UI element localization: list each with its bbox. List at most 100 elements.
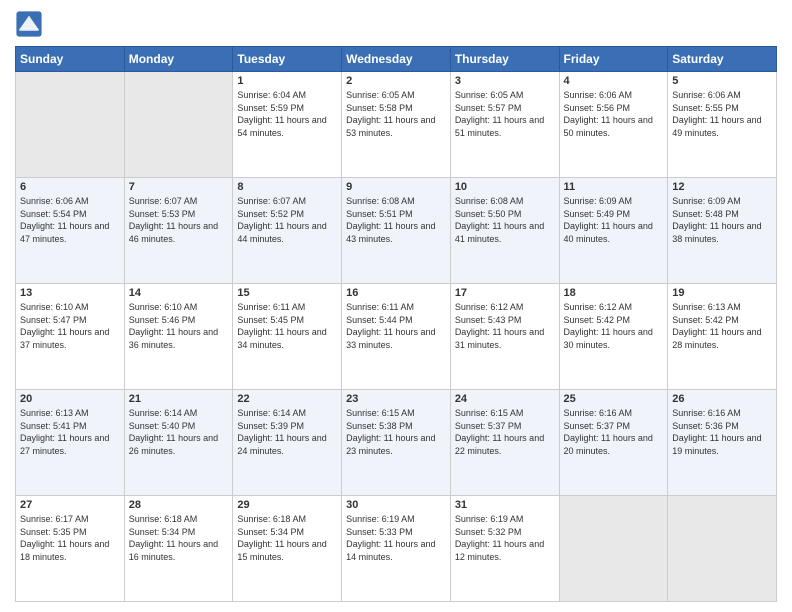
day-number: 14 [129, 287, 229, 299]
calendar-cell [124, 72, 233, 178]
calendar-cell: 5 Sunrise: 6:06 AMSunset: 5:55 PMDaylight… [668, 72, 777, 178]
day-number: 2 [346, 75, 446, 87]
weekday-header-saturday: Saturday [668, 47, 777, 72]
calendar-cell: 17 Sunrise: 6:12 AMSunset: 5:43 PMDayligh… [450, 284, 559, 390]
logo [15, 10, 47, 38]
calendar-cell: 6 Sunrise: 6:06 AMSunset: 5:54 PMDaylight… [16, 178, 125, 284]
day-number: 7 [129, 181, 229, 193]
day-number: 3 [455, 75, 555, 87]
day-info: Sunrise: 6:10 AMSunset: 5:47 PMDaylight:… [20, 301, 120, 351]
calendar-cell: 4 Sunrise: 6:06 AMSunset: 5:56 PMDaylight… [559, 72, 668, 178]
day-number: 11 [564, 181, 664, 193]
day-number: 15 [237, 287, 337, 299]
week-row-1: 6 Sunrise: 6:06 AMSunset: 5:54 PMDaylight… [16, 178, 777, 284]
day-number: 30 [346, 499, 446, 511]
calendar-cell: 24Sunrise: 6:15 AMSunset: 5:37 PMDayligh… [450, 390, 559, 496]
day-number: 13 [20, 287, 120, 299]
day-number: 10 [455, 181, 555, 193]
calendar-cell: 3 Sunrise: 6:05 AMSunset: 5:57 PMDaylight… [450, 72, 559, 178]
day-info: Sunrise: 6:09 AMSunset: 5:49 PMDaylight:… [564, 195, 664, 245]
page: SundayMondayTuesdayWednesdayThursdayFrid… [0, 0, 792, 612]
day-info: Sunrise: 6:15 AMSunset: 5:37 PMDaylight:… [455, 407, 555, 457]
day-number: 28 [129, 499, 229, 511]
day-number: 5 [672, 75, 772, 87]
day-info: Sunrise: 6:09 AMSunset: 5:48 PMDaylight:… [672, 195, 772, 245]
day-info: Sunrise: 6:07 AMSunset: 5:52 PMDaylight:… [237, 195, 337, 245]
day-info: Sunrise: 6:11 AMSunset: 5:44 PMDaylight:… [346, 301, 446, 351]
day-number: 23 [346, 393, 446, 405]
day-info: Sunrise: 6:13 AMSunset: 5:42 PMDaylight:… [672, 301, 772, 351]
day-number: 31 [455, 499, 555, 511]
day-number: 21 [129, 393, 229, 405]
day-info: Sunrise: 6:14 AMSunset: 5:39 PMDaylight:… [237, 407, 337, 457]
day-info: Sunrise: 6:11 AMSunset: 5:45 PMDaylight:… [237, 301, 337, 351]
day-number: 25 [564, 393, 664, 405]
day-info: Sunrise: 6:19 AMSunset: 5:32 PMDaylight:… [455, 513, 555, 563]
day-number: 12 [672, 181, 772, 193]
day-number: 1 [237, 75, 337, 87]
calendar-cell: 11 Sunrise: 6:09 AMSunset: 5:49 PMDayligh… [559, 178, 668, 284]
calendar-cell: 29 Sunrise: 6:18 AMSunset: 5:34 PMDayligh… [233, 496, 342, 602]
calendar-cell: 23Sunrise: 6:15 AMSunset: 5:38 PMDayligh… [342, 390, 451, 496]
day-info: Sunrise: 6:06 AMSunset: 5:55 PMDaylight:… [672, 89, 772, 139]
calendar-cell: 31 Sunrise: 6:19 AMSunset: 5:32 PMDayligh… [450, 496, 559, 602]
calendar-cell: 25 Sunrise: 6:16 AMSunset: 5:37 PMDayligh… [559, 390, 668, 496]
day-info: Sunrise: 6:14 AMSunset: 5:40 PMDaylight:… [129, 407, 229, 457]
calendar-cell: 7Sunrise: 6:07 AMSunset: 5:53 PMDaylight… [124, 178, 233, 284]
calendar-cell [668, 496, 777, 602]
calendar-cell: 26Sunrise: 6:16 AMSunset: 5:36 PMDayligh… [668, 390, 777, 496]
day-info: Sunrise: 6:05 AMSunset: 5:57 PMDaylight:… [455, 89, 555, 139]
day-info: Sunrise: 6:19 AMSunset: 5:33 PMDaylight:… [346, 513, 446, 563]
day-info: Sunrise: 6:16 AMSunset: 5:37 PMDaylight:… [564, 407, 664, 457]
calendar-cell: 27 Sunrise: 6:17 AMSunset: 5:35 PMDayligh… [16, 496, 125, 602]
day-info: Sunrise: 6:17 AMSunset: 5:35 PMDaylight:… [20, 513, 120, 563]
calendar-cell: 12 Sunrise: 6:09 AMSunset: 5:48 PMDayligh… [668, 178, 777, 284]
day-info: Sunrise: 6:12 AMSunset: 5:42 PMDaylight:… [564, 301, 664, 351]
calendar-cell: 15 Sunrise: 6:11 AMSunset: 5:45 PMDayligh… [233, 284, 342, 390]
day-number: 29 [237, 499, 337, 511]
weekday-header-thursday: Thursday [450, 47, 559, 72]
day-info: Sunrise: 6:04 AMSunset: 5:59 PMDaylight:… [237, 89, 337, 139]
day-number: 18 [564, 287, 664, 299]
day-info: Sunrise: 6:08 AMSunset: 5:50 PMDaylight:… [455, 195, 555, 245]
calendar-cell: 18 Sunrise: 6:12 AMSunset: 5:42 PMDayligh… [559, 284, 668, 390]
week-row-2: 13 Sunrise: 6:10 AMSunset: 5:47 PMDayligh… [16, 284, 777, 390]
calendar-cell: 9 Sunrise: 6:08 AMSunset: 5:51 PMDaylight… [342, 178, 451, 284]
day-info: Sunrise: 6:16 AMSunset: 5:36 PMDaylight:… [672, 407, 772, 457]
calendar-cell: 13 Sunrise: 6:10 AMSunset: 5:47 PMDayligh… [16, 284, 125, 390]
weekday-header-row: SundayMondayTuesdayWednesdayThursdayFrid… [16, 47, 777, 72]
calendar-cell [559, 496, 668, 602]
day-info: Sunrise: 6:10 AMSunset: 5:46 PMDaylight:… [129, 301, 229, 351]
weekday-header-sunday: Sunday [16, 47, 125, 72]
logo-icon [15, 10, 43, 38]
day-number: 17 [455, 287, 555, 299]
day-number: 8 [237, 181, 337, 193]
day-number: 9 [346, 181, 446, 193]
day-number: 20 [20, 393, 120, 405]
day-info: Sunrise: 6:18 AMSunset: 5:34 PMDaylight:… [129, 513, 229, 563]
header [15, 10, 777, 38]
calendar-cell: 2 Sunrise: 6:05 AMSunset: 5:58 PMDaylight… [342, 72, 451, 178]
day-number: 6 [20, 181, 120, 193]
week-row-4: 27 Sunrise: 6:17 AMSunset: 5:35 PMDayligh… [16, 496, 777, 602]
day-info: Sunrise: 6:12 AMSunset: 5:43 PMDaylight:… [455, 301, 555, 351]
day-number: 4 [564, 75, 664, 87]
calendar-cell: 16Sunrise: 6:11 AMSunset: 5:44 PMDayligh… [342, 284, 451, 390]
calendar-cell: 30 Sunrise: 6:19 AMSunset: 5:33 PMDayligh… [342, 496, 451, 602]
day-info: Sunrise: 6:06 AMSunset: 5:54 PMDaylight:… [20, 195, 120, 245]
weekday-header-tuesday: Tuesday [233, 47, 342, 72]
day-info: Sunrise: 6:18 AMSunset: 5:34 PMDaylight:… [237, 513, 337, 563]
day-info: Sunrise: 6:05 AMSunset: 5:58 PMDaylight:… [346, 89, 446, 139]
day-number: 27 [20, 499, 120, 511]
day-info: Sunrise: 6:06 AMSunset: 5:56 PMDaylight:… [564, 89, 664, 139]
weekday-header-monday: Monday [124, 47, 233, 72]
day-number: 19 [672, 287, 772, 299]
calendar-cell: 21 Sunrise: 6:14 AMSunset: 5:40 PMDayligh… [124, 390, 233, 496]
calendar-cell: 8 Sunrise: 6:07 AMSunset: 5:52 PMDaylight… [233, 178, 342, 284]
calendar-cell: 20Sunrise: 6:13 AMSunset: 5:41 PMDayligh… [16, 390, 125, 496]
week-row-0: 1 Sunrise: 6:04 AMSunset: 5:59 PMDaylight… [16, 72, 777, 178]
calendar-cell: 28 Sunrise: 6:18 AMSunset: 5:34 PMDayligh… [124, 496, 233, 602]
calendar-cell [16, 72, 125, 178]
weekday-header-friday: Friday [559, 47, 668, 72]
day-info: Sunrise: 6:08 AMSunset: 5:51 PMDaylight:… [346, 195, 446, 245]
